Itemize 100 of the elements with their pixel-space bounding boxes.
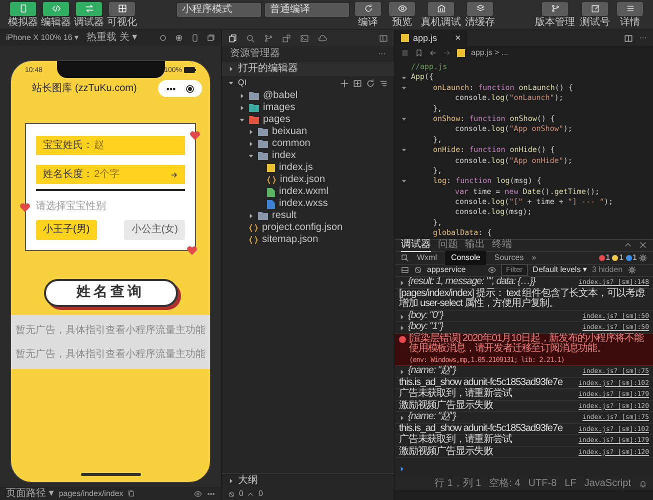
console-message: {name: "赵"}: [408, 412, 458, 423]
view-toggle-button[interactable]: 可视化: [107, 2, 137, 28]
console-message: {boy: "1"}: [408, 322, 444, 332]
device-selector[interactable]: iPhone X 100% 16 ▾: [6, 33, 79, 43]
picker-field[interactable]: 宝宝姓氏：赵: [36, 136, 185, 155]
menu-icon[interactable]: [401, 49, 409, 57]
view-toggle-button[interactable]: 编辑器: [41, 2, 71, 28]
bell-icon[interactable]: [639, 480, 647, 488]
capsule-menu[interactable]: [158, 80, 202, 97]
close-tab-button[interactable]: ×: [455, 32, 461, 44]
new-file-icon[interactable]: [340, 78, 349, 88]
toolbar-button[interactable]: 详情: [615, 2, 645, 28]
outline-header[interactable]: 大纲: [238, 475, 258, 487]
name-query-button[interactable]: 姓名查询: [44, 279, 178, 307]
gender-option[interactable]: 小王子(男): [36, 220, 97, 240]
breadcrumb[interactable]: app.js > ...: [471, 48, 508, 58]
heart-icon: [186, 245, 198, 256]
panel-tab[interactable]: 输出: [465, 238, 485, 252]
files-icon[interactable]: [228, 34, 237, 42]
compile-dropdown[interactable]: 普通编译: [265, 3, 349, 17]
picker-field[interactable]: 姓名长度：2个字: [36, 165, 185, 184]
view-toggle-button[interactable]: 调试器: [74, 2, 104, 28]
toolbar-button[interactable]: 清缓存: [465, 2, 495, 28]
clear-icon[interactable]: [414, 266, 422, 274]
sidebar-icon[interactable]: [379, 34, 388, 42]
settings-icon[interactable]: [628, 266, 636, 274]
panel-tab[interactable]: 终端: [492, 238, 512, 252]
record-icon[interactable]: [175, 34, 183, 42]
tree-item[interactable]: @babel: [222, 90, 394, 102]
tree-item[interactable]: index.js: [222, 162, 394, 174]
mode-dropdown[interactable]: 小程序模式: [177, 3, 261, 17]
hidden-count: 3 hidden: [592, 265, 623, 276]
devtools-tab[interactable]: Wxml: [411, 250, 443, 265]
menu-icon: [626, 4, 634, 13]
tree-item[interactable]: project.config.json: [222, 222, 394, 234]
close-icon[interactable]: [639, 241, 647, 250]
record-icon: [184, 84, 194, 94]
caret-icon: [401, 116, 407, 122]
section-header[interactable]: QI: [238, 78, 246, 88]
console-message: [pages/index/index] 提示： text 组件包含了长文本，可以考虑增加 user-select 属性，方便用户复制。: [399, 288, 646, 310]
tree-item[interactable]: sitemap.json: [222, 234, 394, 246]
eye-icon[interactable]: [194, 490, 202, 498]
console-message: [渲染层错误] 2020年01月10日起，新发布的小程序将不能使用模板消息，请开发者迁移至订阅消息功能。: [409, 334, 645, 355]
split-icon[interactable]: [624, 34, 633, 42]
tree-item[interactable]: index.wxml: [222, 186, 394, 198]
field-value: 2个字: [94, 168, 121, 180]
copy-icon[interactable]: [128, 490, 136, 497]
console-message: {boy: "0"}: [408, 310, 444, 322]
back-icon[interactable]: [429, 49, 437, 57]
hot-reload-selector[interactable]: 热重载 关 ▾: [86, 32, 138, 44]
extensions-icon[interactable]: [282, 34, 291, 42]
toolbar-button[interactable]: 预览: [387, 2, 417, 28]
home-indicator: [80, 473, 140, 476]
arrows-icon: [84, 4, 94, 13]
toolbar-button[interactable]: 版本管理: [535, 2, 575, 28]
cloud-icon[interactable]: [318, 34, 327, 42]
toolbar-button[interactable]: 真机调试: [421, 2, 461, 28]
devtools-tab[interactable]: Sources: [488, 250, 530, 265]
branch-icon[interactable]: [264, 34, 273, 42]
editor-tab[interactable]: app.js ×: [395, 30, 467, 46]
inspect-icon[interactable]: [401, 254, 409, 262]
tree-item[interactable]: common: [222, 138, 394, 150]
levels-dropdown[interactable]: Default levels ▾: [532, 265, 587, 276]
status-item: LF: [564, 478, 576, 490]
braces-icon: [249, 224, 258, 232]
panel-tab[interactable]: 问题: [438, 238, 458, 252]
tree-item[interactable]: beixuan: [222, 126, 394, 138]
context-selector[interactable]: appservice: [427, 265, 483, 276]
tree-item[interactable]: index.wxss: [222, 198, 394, 210]
new-folder-icon[interactable]: [353, 78, 362, 88]
tree-item[interactable]: index: [222, 150, 394, 162]
error-icon: [399, 336, 406, 343]
circle-icon[interactable]: [159, 34, 167, 42]
window-icon[interactable]: [207, 34, 215, 42]
more-menu[interactable]: ···: [639, 33, 647, 43]
toolbar-button[interactable]: 编译: [353, 2, 383, 28]
status-item: JavaScript: [584, 478, 631, 490]
search-icon[interactable]: [246, 34, 255, 42]
console-message: this.is_ad_show adunit-fc5c1853ad93fe7e: [399, 378, 564, 388]
more-tabs[interactable]: »: [532, 252, 536, 263]
tab-label: app.js: [413, 33, 438, 43]
tree-item[interactable]: pages: [222, 114, 394, 126]
level-dot: [626, 254, 632, 261]
tree-item[interactable]: result: [222, 210, 394, 222]
bookmark-icon[interactable]: [415, 49, 423, 57]
terminal-icon[interactable]: [300, 34, 309, 42]
tree-item[interactable]: index.json: [222, 174, 394, 186]
view-toggle-button[interactable]: 模拟器: [8, 2, 38, 28]
more-menu[interactable]: ···: [378, 49, 386, 59]
eye-icon[interactable]: [488, 266, 496, 274]
devtools-tab[interactable]: Console: [445, 250, 486, 265]
panel-icon[interactable]: [401, 266, 409, 274]
refresh-icon[interactable]: [366, 78, 375, 88]
phone-icon[interactable]: [191, 34, 199, 42]
gender-option[interactable]: 小公主(女): [124, 220, 185, 240]
settings-icon[interactable]: [639, 254, 647, 262]
tree-item[interactable]: images: [222, 102, 394, 114]
toolbar-button[interactable]: 测试号: [580, 2, 610, 28]
panel-tab[interactable]: 调试器: [401, 238, 431, 252]
page-path-selector[interactable]: 页面路径 ▾: [6, 488, 54, 500]
